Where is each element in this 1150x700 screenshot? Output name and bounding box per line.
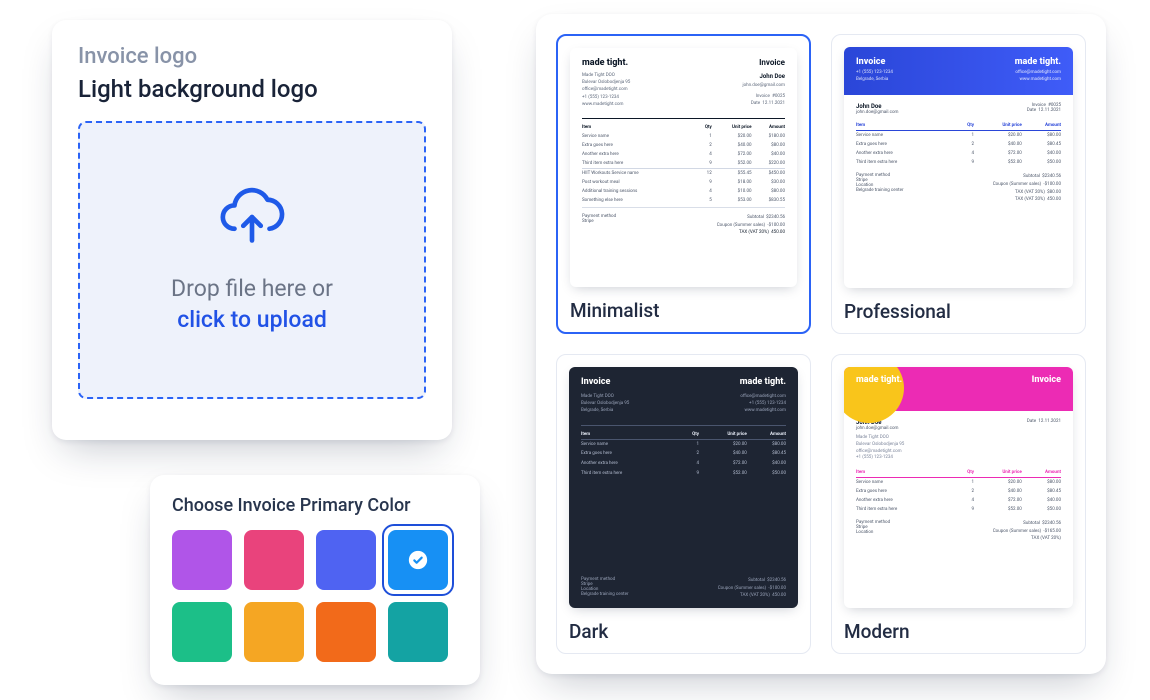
invoice-logo-card: Invoice logo Light background logo Drop … <box>52 20 452 440</box>
check-icon <box>388 530 448 590</box>
template-preview-professional: Invoice +1 (555) 123-1234 Belgrade, Serb… <box>844 47 1073 288</box>
table-row: Service name1$20.00$180.00 <box>582 132 785 141</box>
template-label: Dark <box>569 620 798 643</box>
table-row: Extra goes here2$40.00$80.00 <box>582 141 785 150</box>
color-swatch-6[interactable] <box>316 602 376 662</box>
color-card-title: Choose Invoice Primary Color <box>172 495 458 516</box>
template-card-modern[interactable]: made tight. Invoice John Doejohn.doe@gma… <box>831 354 1086 654</box>
section-label: Invoice logo <box>78 44 426 69</box>
color-swatch-3[interactable] <box>388 530 448 590</box>
invoice-color-card: Choose Invoice Primary Color <box>150 475 480 685</box>
sender-block: Made Tight DOO Bulevar Oslobodjenja 95 o… <box>582 72 630 108</box>
table-row: Service name1$20.00$80.00 <box>581 439 786 449</box>
table-row: Another extra here4$72.00$40.00 <box>581 459 786 469</box>
totals-block: Subtotal $2340.56 Coupon (Summer sales) … <box>717 214 785 237</box>
table-row: Another extra here4$72.00$40.00 <box>856 496 1061 505</box>
template-card-dark[interactable]: Invoice made tight. Made Tight DOO Bulev… <box>556 354 811 654</box>
table-row: Additional training sessions4$10.00$80.0… <box>582 187 785 196</box>
table-row: Third item extra here9$52.00$50.00 <box>856 158 1061 167</box>
cloud-upload-icon <box>217 185 287 255</box>
template-preview-modern: made tight. Invoice John Doejohn.doe@gma… <box>844 367 1073 608</box>
logo-dropzone[interactable]: Drop file here or click to upload <box>78 121 426 399</box>
table-row: Third item extra here9$52.00$50.00 <box>581 468 786 478</box>
table-row: Extra goes here2$40.00$80.45 <box>581 449 786 459</box>
color-swatch-0[interactable] <box>172 530 232 590</box>
template-card-professional[interactable]: Invoice +1 (555) 123-1234 Belgrade, Serb… <box>831 34 1086 334</box>
dropzone-upload-link[interactable]: click to upload <box>177 306 327 333</box>
invoice-table: ItemQty Unit priceAmount Service name1$2… <box>581 430 786 478</box>
table-row: Third item extra here9$52.00$220.00 <box>582 159 785 168</box>
invoice-title: Invoice <box>759 58 785 67</box>
invoice-table: ItemQty Unit priceAmount Service name1$2… <box>856 121 1061 167</box>
invoice-table: ItemQty Unit priceAmount Service name1$2… <box>582 123 785 205</box>
payment-block: Payment method Stripe <box>582 214 616 237</box>
template-preview-minimalist: made tight. Invoice Made Tight DOO Bulev… <box>570 48 797 287</box>
client-block: John Doe john.doe@gmail.com Invoice #002… <box>743 72 786 108</box>
table-row: Service name1$20.00$80.00 <box>856 131 1061 141</box>
template-card-minimalist[interactable]: made tight. Invoice Made Tight DOO Bulev… <box>556 34 811 334</box>
brand-text: made tight. <box>582 58 628 68</box>
table-row: HIIT Workouts Service name12$55.45$450.0… <box>582 169 785 178</box>
dropzone-text-static: Drop file here or <box>171 275 333 302</box>
color-swatch-5[interactable] <box>244 602 304 662</box>
invoice-table: ItemQty Unit priceAmount Service name1$2… <box>856 468 1061 514</box>
table-row: Extra goes here2$40.00$80.45 <box>856 487 1061 496</box>
table-row: Something else here5$53.00$830.55 <box>582 196 785 205</box>
color-swatch-7[interactable] <box>388 602 448 662</box>
color-swatch-2[interactable] <box>316 530 376 590</box>
table-row: Third item extra here9$52.00$50.00 <box>856 505 1061 514</box>
dropzone-text: Drop file here or click to upload <box>171 273 333 335</box>
template-label: Minimalist <box>570 299 797 322</box>
color-swatch-grid <box>172 530 458 662</box>
template-gallery: made tight. Invoice Made Tight DOO Bulev… <box>536 14 1106 674</box>
color-swatch-1[interactable] <box>244 530 304 590</box>
table-row: Extra goes here2$40.00$80.45 <box>856 140 1061 149</box>
section-title: Light background logo <box>78 75 426 103</box>
color-swatch-4[interactable] <box>172 602 232 662</box>
template-label: Modern <box>844 620 1073 643</box>
table-row: Another extra here4$72.00$40.00 <box>856 149 1061 158</box>
table-row: Service name1$20.00$80.00 <box>856 478 1061 488</box>
template-label: Professional <box>844 300 1073 323</box>
template-preview-dark: Invoice made tight. Made Tight DOO Bulev… <box>569 367 798 608</box>
table-row: Another extra here4$72.00$40.00 <box>582 150 785 159</box>
table-row: Post workout meal9$18.00$30.00 <box>582 178 785 187</box>
